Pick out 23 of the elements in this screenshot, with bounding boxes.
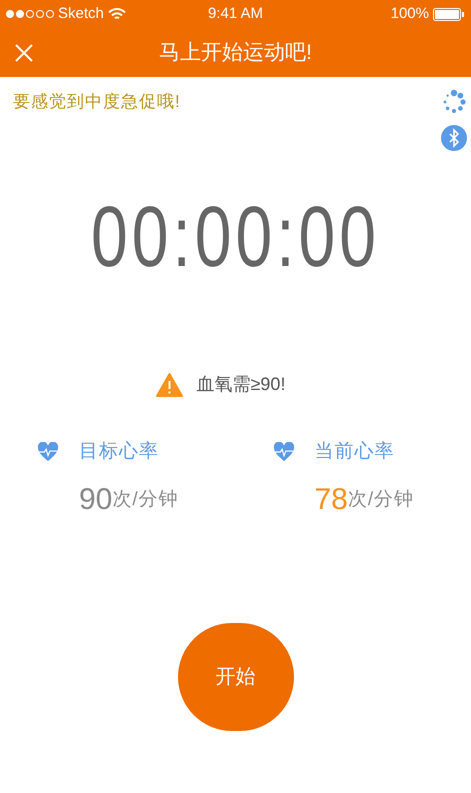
close-icon bbox=[14, 42, 34, 62]
bluetooth-icon bbox=[441, 125, 467, 151]
battery-percent: 100% bbox=[390, 4, 429, 24]
heart-rate-value: 90 bbox=[79, 482, 112, 516]
battery-icon bbox=[433, 8, 465, 20]
carrier-name: Sketch bbox=[58, 4, 104, 24]
start-button[interactable]: 开始 bbox=[178, 622, 294, 730]
heart-rate-unit: 次/分钟 bbox=[348, 488, 414, 512]
heart-pulse-icon bbox=[37, 442, 59, 462]
heart-pulse-icon bbox=[272, 442, 294, 462]
hint-text: 要感觉到中度急促哦! bbox=[13, 91, 181, 113]
warning-text: 血氧需≥90! bbox=[196, 373, 286, 396]
wifi-icon bbox=[108, 8, 126, 20]
heart-rate-value: 78 bbox=[314, 482, 348, 516]
loading-spinner-icon bbox=[441, 89, 467, 115]
status-time: 9:41 AM bbox=[206, 4, 264, 24]
timer-display: 00:00:00 bbox=[91, 186, 380, 286]
heart-rate-label: 目标心率 bbox=[79, 440, 159, 464]
heart-rate-label: 当前心率 bbox=[314, 440, 394, 464]
page-title: 马上开始运动吧! bbox=[158, 40, 313, 66]
heart-rate-unit: 次/分钟 bbox=[112, 488, 179, 512]
signal-dots-icon bbox=[6, 10, 54, 18]
warning-icon bbox=[156, 372, 183, 396]
